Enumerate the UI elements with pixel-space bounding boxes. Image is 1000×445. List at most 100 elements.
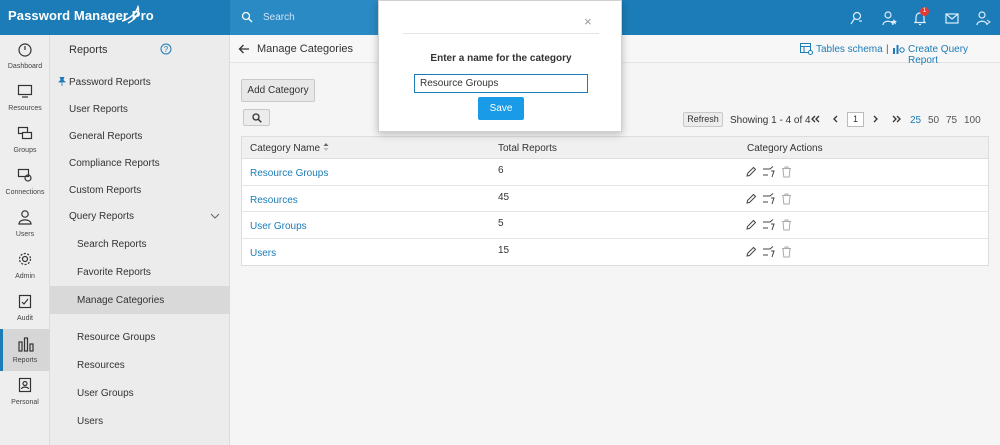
- column-header-category-name[interactable]: Category Name: [250, 143, 320, 154]
- category-name-input[interactable]: [414, 74, 588, 93]
- subnav-item-password-reports[interactable]: Password Reports: [50, 69, 230, 96]
- category-name-link[interactable]: User Groups: [250, 221, 307, 232]
- subnav-item-label: Query Reports: [69, 211, 135, 222]
- rail-item-resources[interactable]: Resources: [0, 77, 50, 119]
- subnav-item-general-reports[interactable]: General Reports: [50, 123, 230, 150]
- page-size-option[interactable]: 50: [928, 115, 939, 126]
- prev-page-icon[interactable]: [832, 115, 838, 123]
- last-page-icon[interactable]: [892, 115, 901, 123]
- table-row: User Groups 5: [242, 212, 988, 239]
- category-name-link[interactable]: Resource Groups: [250, 168, 328, 179]
- page-size-option[interactable]: 100: [964, 115, 981, 126]
- subnav-item-label: Search Reports: [77, 239, 147, 250]
- add-category-button[interactable]: Add Category: [241, 79, 315, 102]
- rail-item-users[interactable]: Users: [0, 203, 50, 245]
- rail-item-audit[interactable]: Audit: [0, 287, 50, 329]
- subnav-item-label: User Groups: [77, 388, 134, 399]
- subnav-item-users[interactable]: Users: [50, 408, 230, 435]
- trash-icon[interactable]: [781, 219, 792, 231]
- rail-label: Resources: [8, 105, 42, 112]
- subnav-item-label: Resources: [77, 360, 125, 371]
- dialog-title: Enter a name for the category: [430, 53, 572, 64]
- page-size-option[interactable]: 75: [946, 115, 957, 126]
- groups-icon: [17, 126, 33, 140]
- edit-pencil-icon[interactable]: [745, 193, 757, 205]
- total-reports: 5: [498, 218, 504, 229]
- svg-text:?: ?: [164, 45, 169, 54]
- rail-label: Groups: [13, 147, 37, 154]
- next-page-icon[interactable]: [873, 115, 879, 123]
- rail-item-connections[interactable]: Connections: [0, 161, 50, 203]
- back-arrow-icon[interactable]: [238, 43, 250, 55]
- search-icon: [252, 113, 262, 123]
- rail-item-personal[interactable]: Personal: [0, 371, 50, 413]
- total-reports: 45: [498, 191, 510, 203]
- subnav-item-search-reports[interactable]: Search Reports: [50, 231, 230, 258]
- reassign-reports-icon[interactable]: [762, 219, 776, 231]
- tables-schema-link[interactable]: Tables schema: [816, 44, 883, 55]
- gear-icon: [18, 252, 32, 266]
- reassign-reports-icon[interactable]: [762, 245, 776, 258]
- page-size-option[interactable]: 25: [910, 115, 921, 126]
- subnav-item-user-groups[interactable]: User Groups: [50, 380, 230, 407]
- subnav-item-manage-categories[interactable]: Manage Categories: [50, 286, 230, 314]
- edit-pencil-icon[interactable]: [745, 246, 757, 258]
- rail-label: Personal: [11, 399, 39, 406]
- table-schema-icon: [800, 43, 813, 55]
- user-profile-icon[interactable]: [975, 10, 991, 26]
- reassign-reports-icon[interactable]: [762, 166, 776, 178]
- trash-icon[interactable]: [781, 246, 792, 258]
- rail-item-reports[interactable]: Reports: [0, 329, 50, 371]
- subnav-item-compliance-reports[interactable]: Compliance Reports: [50, 150, 230, 177]
- category-name-link[interactable]: Users: [250, 248, 276, 259]
- mail-icon[interactable]: [944, 10, 960, 26]
- sort-icon[interactable]: [323, 142, 329, 152]
- subnav-item-label: Custom Reports: [69, 185, 142, 196]
- rail-item-groups[interactable]: Groups: [0, 119, 50, 161]
- edit-pencil-icon[interactable]: [745, 219, 757, 231]
- create-query-report-link[interactable]: Create Query Report: [908, 44, 1000, 66]
- subnav-item-resources[interactable]: Resources: [50, 352, 230, 379]
- subnav-item-query-reports[interactable]: Query Reports: [50, 203, 230, 230]
- subnav-item-resource-groups[interactable]: Resource Groups: [50, 324, 230, 351]
- category-name-dialog: × Enter a name for the category Save: [378, 0, 622, 132]
- search-icon: [241, 11, 253, 23]
- dashboard-icon: [18, 43, 32, 57]
- subnav-item-label: Users: [77, 416, 104, 427]
- total-reports: 6: [498, 165, 504, 176]
- subnav-item-user-reports[interactable]: User Reports: [50, 96, 230, 123]
- user-icon: [18, 210, 32, 225]
- table-row: Resource Groups 6: [242, 159, 988, 186]
- column-header-total-reports: Total Reports: [498, 143, 557, 154]
- contact-card-icon: [18, 377, 32, 393]
- first-page-icon[interactable]: [811, 115, 820, 123]
- subnav-item-custom-reports[interactable]: Custom Reports: [50, 177, 230, 204]
- subnav-item-favorite-reports[interactable]: Favorite Reports: [50, 259, 230, 286]
- user-star-icon[interactable]: [881, 10, 897, 26]
- trash-icon[interactable]: [781, 166, 792, 178]
- dialog-divider: [403, 33, 599, 34]
- categories-table: Category Name Total Reports Category Act…: [241, 136, 989, 266]
- pin-key-icon[interactable]: [848, 10, 864, 26]
- subnav-item-label: Password Reports: [69, 77, 151, 88]
- left-rail: Dashboard Resources Groups Connections U…: [0, 35, 50, 445]
- edit-pencil-icon[interactable]: [745, 166, 757, 178]
- rail-label: Dashboard: [7, 63, 43, 70]
- rail-label: Connections: [5, 189, 45, 196]
- page-number-input[interactable]: 1: [847, 112, 864, 127]
- category-name-link[interactable]: Resources: [250, 195, 298, 206]
- rail-item-admin[interactable]: Admin: [0, 245, 50, 287]
- rail-item-dashboard[interactable]: Dashboard: [0, 35, 50, 77]
- refresh-button[interactable]: Refresh: [683, 112, 723, 127]
- help-icon[interactable]: ?: [160, 43, 172, 55]
- table-search-button[interactable]: [243, 109, 270, 126]
- page-title: Manage Categories: [257, 43, 354, 55]
- table-row: Resources 45: [242, 186, 988, 212]
- notification-badge: 1: [920, 7, 929, 16]
- reassign-reports-icon[interactable]: [762, 192, 776, 205]
- search-placeholder[interactable]: Search: [263, 12, 295, 23]
- trash-icon[interactable]: [781, 193, 792, 205]
- rail-label: Users: [15, 231, 35, 238]
- save-button[interactable]: Save: [478, 97, 524, 120]
- close-icon[interactable]: ×: [584, 14, 592, 29]
